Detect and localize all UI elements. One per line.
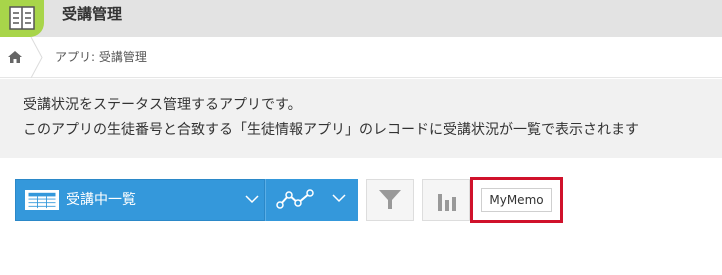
view-name: 受講中一覧 (66, 192, 136, 208)
graph-view-button[interactable] (265, 179, 358, 221)
app-list-icon[interactable] (0, 0, 44, 37)
line-graph-icon (276, 189, 314, 209)
bar-chart-icon (438, 194, 456, 211)
description-line-1: 受講状況をステータス管理するアプリです。 (23, 97, 302, 113)
app-screen: 受講管理 アプリ: 受講管理 受講状況をステータス管理するアプリです。 このアプ… (0, 0, 722, 275)
description-line-2: このアプリの生徒番号と合致する「生徒情報アプリ」のレコードに受講状況が一覧で表示… (23, 122, 639, 138)
app-header: 受講管理 (0, 0, 722, 37)
mymemo-button[interactable]: MyMemo (481, 188, 552, 212)
breadcrumb: アプリ: 受講管理 (0, 37, 722, 78)
home-icon (8, 51, 22, 63)
chevron-down-icon (245, 195, 259, 204)
app-title: 受講管理 (62, 5, 123, 23)
breadcrumb-current[interactable]: アプリ: 受講管理 (55, 49, 147, 65)
table-icon (25, 190, 59, 210)
highlight-frame: MyMemo (470, 177, 563, 223)
chart-button[interactable] (422, 179, 470, 221)
view-selector[interactable]: 受講中一覧 (15, 179, 265, 221)
chevron-down-icon (332, 194, 346, 203)
filter-icon (379, 190, 401, 209)
filter-button[interactable] (366, 179, 414, 221)
breadcrumb-separator (30, 37, 43, 78)
app-description: 受講状況をステータス管理するアプリです。 このアプリの生徒番号と合致する「生徒情… (0, 79, 722, 158)
